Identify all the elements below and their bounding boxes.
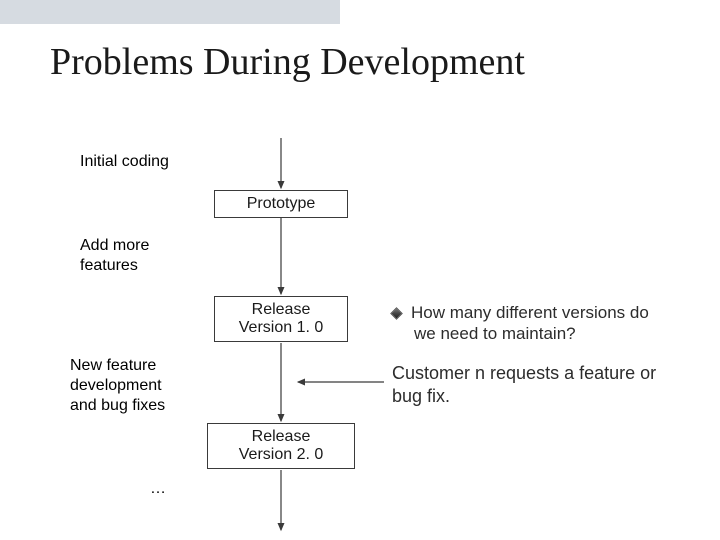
flow-arrows [0, 0, 720, 540]
